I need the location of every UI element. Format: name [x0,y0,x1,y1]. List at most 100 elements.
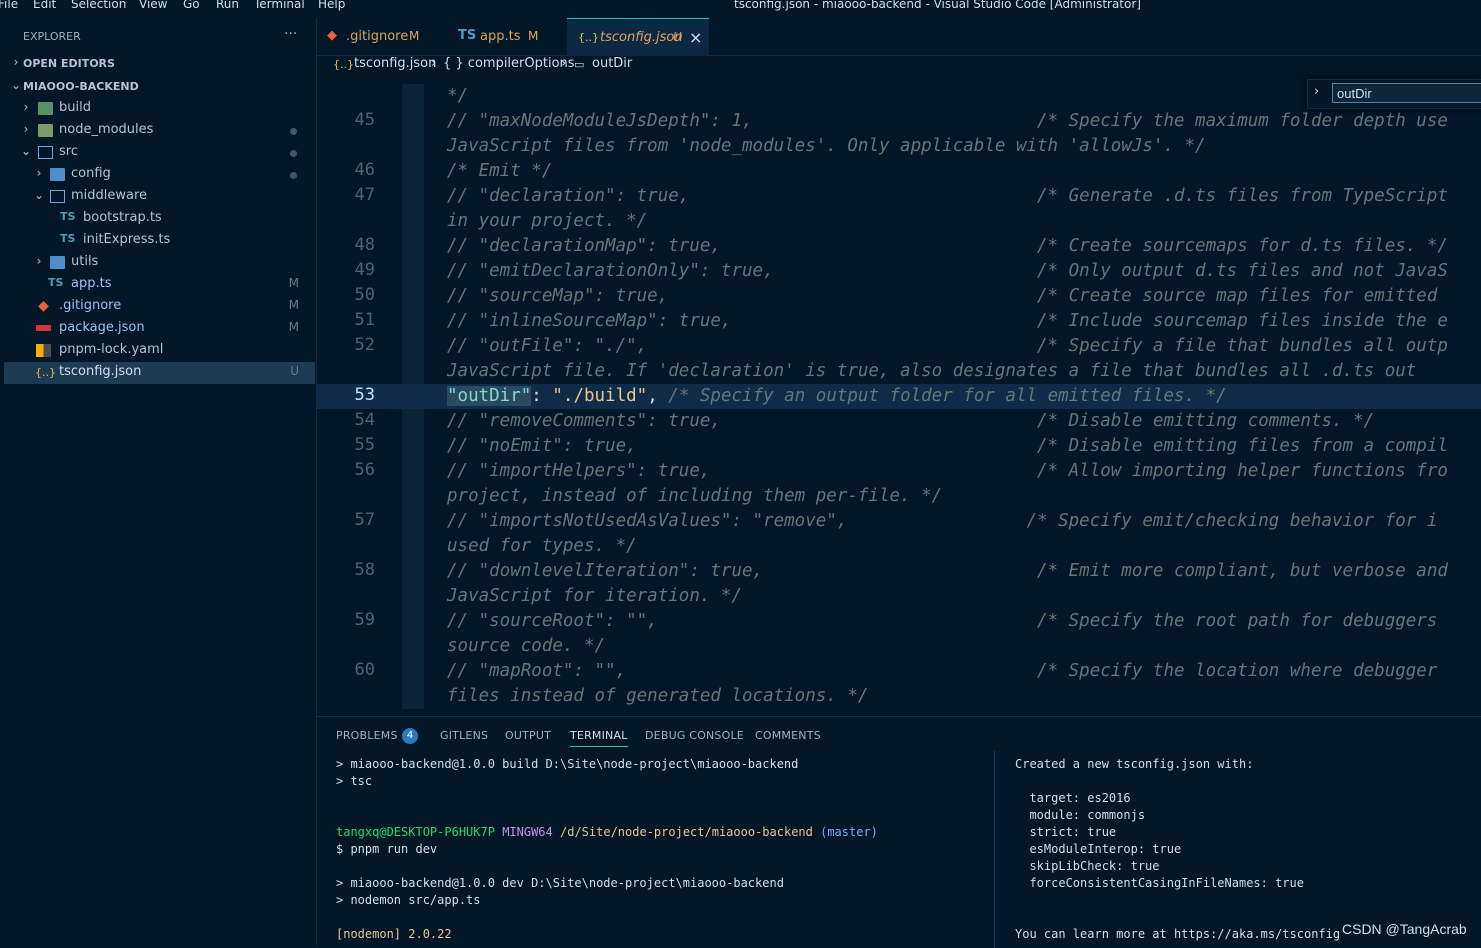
tree-item-middleware[interactable]: ⌄ middleware [4,186,315,208]
tab-label: app.ts [480,29,521,44]
menu-terminal[interactable]: Terminal [254,0,305,11]
code-line: 57 // "importsNotUsedAsValues": "remove"… [317,509,1481,534]
tree-item-config[interactable]: › config [4,164,315,186]
breadcrumb-section[interactable]: { } compilerOptions [443,56,575,71]
menu-run[interactable]: Run [216,0,239,11]
tab-gitignore[interactable]: ◆ .gitignore M [317,18,444,55]
terminal-line: skipLibCheck: true [1015,859,1160,873]
folder-icon [50,256,65,269]
indent-guide [402,459,424,484]
chevron-right-icon: › [23,100,29,114]
code-line: JavaScript for iteration. */ [317,584,1481,609]
explorer-title: EXPLORER [23,30,81,43]
tree-item-package-json[interactable]: package.json M [4,318,315,340]
tree-item-initexpress[interactable]: TS initExpress.ts [4,230,315,252]
line-number: 56 [354,460,375,480]
code-text: // "noEmit": true, /* Disable emitting f… [447,436,1448,456]
terminal-line: module: commonjs [1015,808,1146,822]
tree-item-label: app.ts [71,276,112,291]
tree-item-app-ts[interactable]: TS app.ts M [4,274,315,296]
project-label: MIAOOO-BACKEND [23,80,139,93]
folder-icon [50,168,65,181]
code-text: */ [447,86,469,106]
code-text: // "importsNotUsedAsValues": "remove", /… [447,511,1438,531]
tab-status: M [528,29,539,43]
open-editors-label: OPEN EDITORS [23,57,115,70]
menu-bar: File Edit Selection View Go Run Terminal… [0,0,1481,14]
tree-item-label: utils [71,254,99,269]
code-text: // "downlevelIteration": true, /* Emit m… [447,561,1448,581]
breadcrumb-symbol[interactable]: outDir [592,56,632,71]
menu-view[interactable]: View [139,0,167,11]
indent-guide [402,259,424,284]
indent-guide [402,184,424,209]
terminal-split-divider[interactable] [994,751,995,948]
code-line: JavaScript files from 'node_modules'. On… [317,134,1481,159]
open-editors-section[interactable]: › OPEN EDITORS [4,53,315,75]
prompt-user: tangxq@DESKTOP-P6HUK7P [336,825,495,839]
tab-label: .gitignore [346,29,409,44]
tree-item-src[interactable]: ⌄ src [4,142,315,164]
menu-edit[interactable]: Edit [33,0,56,11]
tab-app-ts[interactable]: TS app.ts M [445,18,567,55]
menu-file[interactable]: File [0,0,18,11]
toggle-replace-icon[interactable]: › [1314,84,1319,99]
indent-guide [402,634,424,659]
project-section[interactable]: ⌄ MIAOOO-BACKEND [4,76,315,98]
terminal-line: esModuleInterop: true [1015,842,1182,856]
indent-guide [402,309,424,334]
find-input[interactable] [1332,83,1481,103]
git-status-badge: M [288,276,299,290]
code-text: in your project. */ [447,211,648,231]
json-comma: , [647,386,669,406]
tab-problems[interactable]: PROBLEMS [336,729,398,742]
tree-item-node-modules[interactable]: › node_modules [4,120,315,142]
tab-terminal[interactable]: TERMINAL [570,729,628,747]
tree-item-label: node_modules [59,122,154,137]
indent-guide [402,609,424,634]
folder-node-icon [38,124,53,137]
indent-guide [402,659,424,684]
prompt-branch: (master) [820,825,878,839]
watermark: CSDN @TangAcrab [1342,921,1467,937]
tree-item-tsconfig[interactable]: {..} tsconfig.json U [4,362,315,384]
line-number: 46 [354,160,375,180]
indent-guide [402,434,424,459]
breadcrumb: {..} tsconfig.json › { } compilerOptions… [317,56,1481,74]
tab-comments[interactable]: COMMENTS [755,729,821,742]
tab-tsconfig[interactable]: {..} tsconfig.json U × [567,18,709,56]
line-number: 49 [354,260,375,280]
indent-guide [402,409,424,434]
tree-item-bootstrap[interactable]: TS bootstrap.ts [4,208,315,230]
tree-item-utils[interactable]: › utils [4,252,315,274]
code-line: 56 // "importHelpers": true, /* Allow im… [317,459,1481,484]
code-text: "outDir": "./build", /* Specify an outpu… [447,386,1227,406]
menu-selection[interactable]: Selection [71,0,126,11]
tree-item-gitignore[interactable]: ◆ .gitignore M [4,296,315,318]
tab-gitlens[interactable]: GITLENS [440,729,488,742]
tree-item-pnpm-lock[interactable]: pnpm-lock.yaml [4,340,315,362]
close-icon[interactable]: × [689,28,702,47]
tree-item-build[interactable]: › build [4,98,315,120]
breadcrumb-file[interactable]: tsconfig.json [354,56,436,71]
line-number: 59 [354,610,375,630]
code-text: source code. */ [447,636,606,656]
more-actions-icon[interactable]: ··· [284,26,297,42]
menu-help[interactable]: Help [318,0,345,11]
tab-debug-console[interactable]: DEBUG CONSOLE [645,729,744,742]
menu-go[interactable]: Go [183,0,200,11]
indent-guide [402,534,424,559]
tab-output[interactable]: OUTPUT [505,729,551,742]
code-line: 50 // "sourceMap": true, /* Create sourc… [317,284,1481,309]
npm-icon [36,325,51,331]
indent-guide [402,559,424,584]
chevron-right-icon: › [36,166,42,180]
code-editor[interactable]: */ 45 // "maxNodeModuleJsDepth": 1, /* S… [317,74,1481,716]
code-text: JavaScript for iteration. */ [447,586,743,606]
tree-item-label: src [59,144,78,159]
line-number: 55 [354,435,375,455]
terminal-line: target: es2016 [1015,791,1131,805]
indent-guide [402,134,424,159]
code-text: /* Emit */ [447,161,553,181]
json-comment: /* Specify an output folder for all emit… [668,386,1227,406]
